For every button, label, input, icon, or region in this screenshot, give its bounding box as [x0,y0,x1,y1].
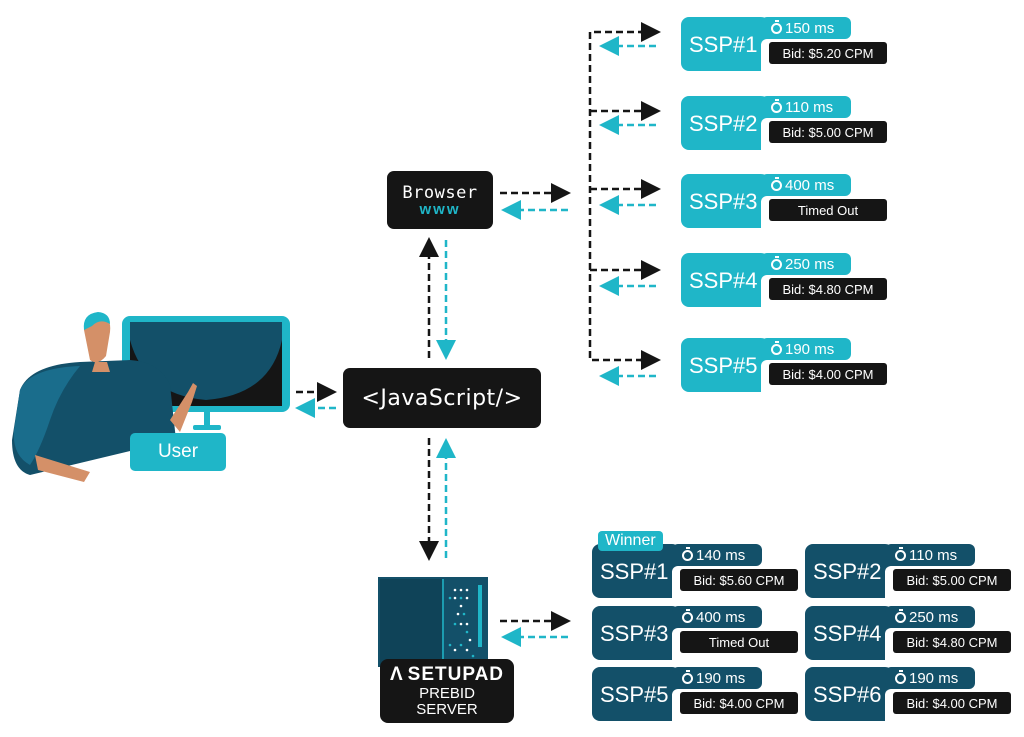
ssp-bid: Bid: $5.20 CPM [769,42,887,64]
setupad-brand: Λ SETUPAD [390,664,504,686]
ssp-name: SSP#1 [600,559,669,584]
ssp-name: SSP#3 [689,189,758,214]
ssp-bid: Bid: $4.80 CPM [893,631,1011,653]
ssp-name: SSP#4 [813,621,882,646]
ssp-name: SSP#4 [689,268,758,293]
ssp-name: SSP#5 [600,682,669,707]
ssp-time: 140 ms [696,546,746,564]
server-ssp-card: 190 ms SSP#6 Bid: $4.00 CPM [805,667,1015,721]
client-ssp-card: 110 ms SSP#2 Bid: $5.00 CPM [681,96,891,150]
ssp-time: 400 ms [696,608,746,626]
ssp-bid: Bid: $5.00 CPM [893,569,1011,591]
stopwatch-icon [771,340,782,355]
user-label-text: User [157,441,199,462]
ssp-time: 110 ms [785,98,834,116]
server-ssp-card: 250 ms SSP#4 Bid: $4.80 CPM [805,606,1015,660]
ssp-time: 190 ms [785,340,835,358]
stopwatch-icon [771,176,782,191]
ssp-name: SSP#6 [813,682,882,707]
stopwatch-icon [895,546,906,561]
prebid-line: PREBID [419,685,475,702]
browser-box: Browser www [387,171,493,229]
ssp-time: 250 ms [909,608,959,626]
user-label: User [130,433,226,471]
client-ssp-card: 150 ms SSP#1 Bid: $5.20 CPM [681,17,891,71]
stopwatch-icon [771,98,782,113]
ssp-name: SSP#5 [689,353,758,378]
server-ssp-card: 110 ms SSP#2 Bid: $5.00 CPM [805,544,1015,598]
stopwatch-icon [682,608,693,623]
ssp-bid: Bid: $4.00 CPM [769,363,887,385]
javascript-label: <JavaScript/> [361,385,523,411]
ssp-time: 150 ms [785,19,835,37]
ssp-time: 250 ms [785,255,835,273]
ssp-time: 190 ms [696,669,746,687]
ssp-name: SSP#1 [689,32,758,57]
stopwatch-icon [771,255,782,270]
ssp-time: 400 ms [785,176,835,194]
browser-www: www [419,200,461,218]
ssp-bid: Bid: $4.00 CPM [893,692,1011,714]
server-ssp-card: 400 ms SSP#3 Timed Out [592,606,802,660]
server-line: SERVER [416,701,478,718]
client-ssp-card: 250 ms SSP#4 Bid: $4.80 CPM [681,253,891,307]
ssp-bid: Bid: $4.00 CPM [680,692,798,714]
ssp-timed-out: Timed Out [769,199,887,221]
client-ssp-card: 400 ms SSP#3 Timed Out [681,174,891,228]
ssp-time: 110 ms [909,546,958,564]
ssp-bid: Bid: $5.00 CPM [769,121,887,143]
client-ssp-card: 190 ms SSP#5 Bid: $4.00 CPM [681,338,891,392]
ssp-bid: Bid: $4.80 CPM [769,278,887,300]
stopwatch-icon [682,546,693,561]
prebid-server-label: Λ SETUPAD PREBID SERVER [380,659,514,723]
setupad-brand-text: SETUPAD [407,664,505,685]
stopwatch-icon [895,608,906,623]
server-ssp-card: 190 ms SSP#5 Bid: $4.00 CPM [592,667,802,721]
stopwatch-icon [771,19,782,34]
ssp-timed-out: Timed Out [680,631,798,653]
winner-badge: Winner [598,531,663,551]
ssp-name: SSP#3 [600,621,669,646]
stopwatch-icon [895,669,906,684]
stopwatch-icon [682,669,693,684]
browser-title: Browser [402,182,478,203]
ssp-time: 190 ms [909,669,959,687]
server-ssp-card-winner: 140 ms SSP#1 Bid: $5.60 CPM [592,544,802,598]
ssp-name: SSP#2 [813,559,882,584]
server-illustration [378,577,488,667]
javascript-box: <JavaScript/> [343,368,541,428]
ssp-name: SSP#2 [689,111,758,136]
setupad-logo-icon: Λ [389,664,404,685]
ssp-bid: Bid: $5.60 CPM [680,569,798,591]
ssp-trunk-line [588,30,656,362]
